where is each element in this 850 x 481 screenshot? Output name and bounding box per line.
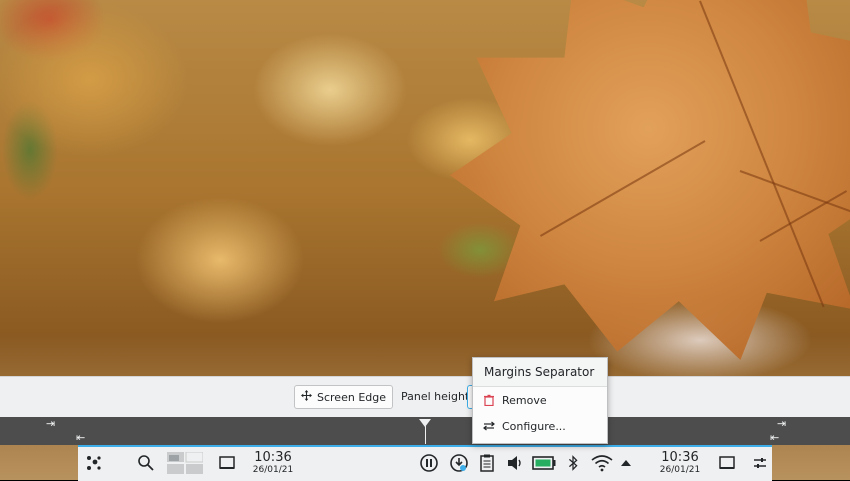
clipboard[interactable]	[476, 446, 498, 479]
show-desktop-icon	[719, 455, 735, 469]
clipboard-icon	[480, 454, 494, 472]
show-desktop-right[interactable]	[716, 446, 738, 479]
min-length-left-handle[interactable]: ⇤	[76, 432, 85, 443]
clock-date: 26/01/21	[252, 464, 294, 475]
panel-settings-icon	[754, 457, 766, 468]
margins-separator-context-menu: Margins Separator Remove Configure...	[472, 357, 608, 444]
media-player[interactable]	[418, 446, 440, 479]
show-desktop-icon	[219, 455, 235, 469]
battery-monitor[interactable]	[530, 446, 558, 479]
application-launcher[interactable]	[82, 446, 106, 479]
trash-icon	[484, 394, 494, 406]
network-manager[interactable]	[590, 446, 614, 479]
remove-menu-item[interactable]: Remove	[473, 387, 607, 413]
screen-edge-label: Screen Edge	[317, 390, 386, 404]
configure-icon	[483, 421, 495, 431]
updates-icon	[450, 453, 468, 472]
volume-icon	[508, 455, 521, 470]
panel-settings-button[interactable]	[750, 446, 770, 479]
screen-edge-button[interactable]: Screen Edge	[294, 385, 393, 409]
application-launcher-icon	[87, 455, 101, 470]
move-icon	[301, 390, 312, 404]
min-length-right-handle[interactable]: ⇤	[770, 432, 779, 443]
search-icon	[138, 454, 154, 471]
autumn-leaf-image	[450, 0, 850, 360]
system-tray-expander[interactable]	[619, 446, 633, 479]
bluetooth-icon	[568, 454, 578, 471]
clock-time: 10:36	[254, 449, 292, 465]
search-widget[interactable]	[136, 446, 156, 479]
configure-menu-item[interactable]: Configure...	[473, 413, 607, 439]
media-pause-icon	[420, 453, 438, 472]
show-desktop-left[interactable]	[216, 446, 238, 479]
bluetooth[interactable]	[564, 446, 582, 479]
offset-indicator-line	[425, 426, 426, 444]
pager-icon	[167, 451, 203, 474]
max-length-right-handle[interactable]: ⇥	[777, 418, 786, 429]
volume-control[interactable]	[504, 446, 526, 479]
remove-label: Remove	[502, 393, 547, 407]
digital-clock-left[interactable]: 10:36 26/01/21	[248, 446, 298, 479]
updates-notifier[interactable]	[448, 446, 470, 479]
context-menu-title: Margins Separator	[473, 358, 607, 387]
digital-clock-right[interactable]: 10:36 26/01/21	[655, 446, 705, 479]
max-length-left-handle[interactable]: ⇥	[46, 418, 55, 429]
wifi-icon	[591, 454, 613, 471]
pager[interactable]	[166, 446, 204, 479]
battery-icon	[532, 455, 556, 470]
panel-height-label: Panel height:	[401, 390, 473, 403]
configure-label: Configure...	[502, 419, 566, 433]
expand-tray-icon	[621, 459, 631, 466]
clock-time: 10:36	[661, 449, 699, 465]
clock-date: 26/01/21	[659, 464, 701, 475]
